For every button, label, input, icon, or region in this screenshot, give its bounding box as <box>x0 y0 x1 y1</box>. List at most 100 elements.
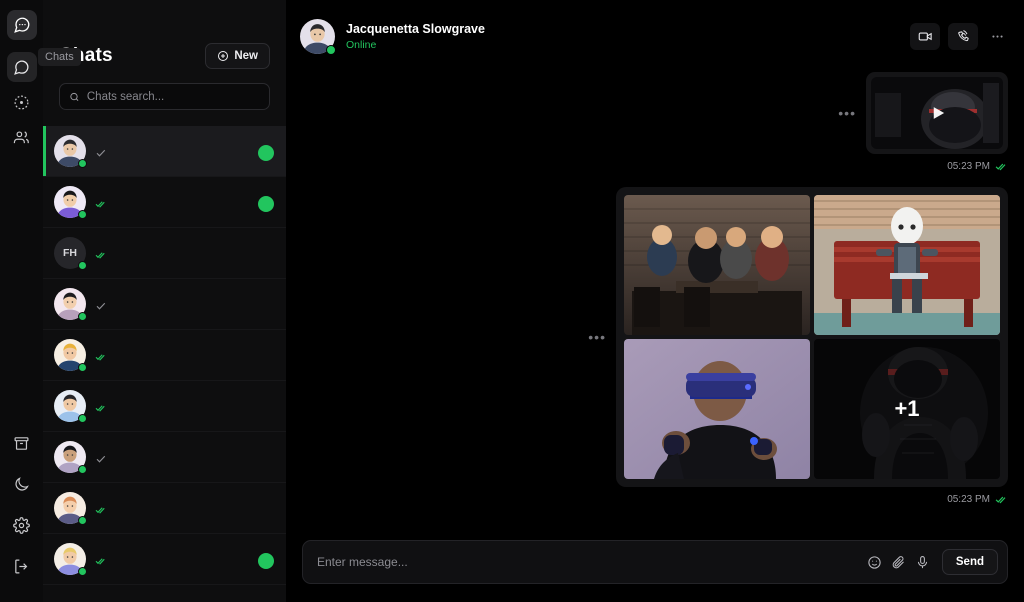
archive-box-icon[interactable] <box>7 428 37 458</box>
sent-receipt-icon <box>95 453 107 465</box>
message-composer[interactable]: Send <box>302 540 1008 584</box>
read-receipt-icon <box>95 249 107 261</box>
sent-receipt-icon <box>95 147 107 159</box>
message-list: ••• 05:23 PM <box>286 72 1024 540</box>
moon-icon[interactable] <box>7 469 37 499</box>
list-item-texts <box>95 246 274 261</box>
conversation-header: Jacquenetta Slowgrave Online <box>286 0 1024 72</box>
list-item-bottom <box>95 504 274 516</box>
microphone-icon <box>915 555 930 570</box>
search-box[interactable] <box>59 83 270 110</box>
more-images-overlay[interactable]: +1 <box>814 339 1000 479</box>
avatar-wrap <box>54 441 86 473</box>
conversation-identity: Jacquenetta Slowgrave Online <box>346 22 899 51</box>
list-item[interactable] <box>43 534 286 585</box>
search-icon <box>69 91 80 103</box>
list-item[interactable] <box>43 483 286 534</box>
list-item-bottom <box>95 402 274 414</box>
avatar-wrap <box>54 339 86 371</box>
attach-button[interactable] <box>891 555 906 570</box>
list-item-texts <box>95 297 274 312</box>
sidebar-item-chats[interactable] <box>7 52 37 82</box>
header-actions <box>910 23 1008 50</box>
sidebar-item-status[interactable] <box>7 87 37 117</box>
online-dot <box>78 363 87 372</box>
unread-badge <box>258 553 274 569</box>
read-receipt-icon <box>95 198 107 210</box>
conversation-panel: Jacquenetta Slowgrave Online <box>286 0 1024 602</box>
left-nav-rail: Chats <box>0 0 43 602</box>
logout-arrow-icon[interactable] <box>7 551 37 581</box>
online-dot <box>78 159 87 168</box>
read-receipt-icon <box>95 402 107 414</box>
list-item-bottom <box>95 351 274 363</box>
list-item-texts <box>95 399 274 414</box>
grid-image[interactable] <box>624 339 810 479</box>
grid-image[interactable] <box>814 195 1000 335</box>
avatar <box>300 19 335 54</box>
list-item-texts <box>95 142 274 161</box>
list-item[interactable] <box>43 330 286 381</box>
search-input[interactable] <box>87 91 260 103</box>
video-call-button[interactable] <box>910 23 940 50</box>
list-item[interactable] <box>43 381 286 432</box>
phone-icon <box>956 29 971 44</box>
sent-receipt-icon <box>95 300 107 312</box>
timestamp: 05:23 PM <box>947 494 990 505</box>
message-meta-grid: 05:23 PM <box>302 493 1008 506</box>
avatar-wrap: FH <box>54 237 86 269</box>
rail-tooltip: Chats <box>38 48 81 66</box>
rail-bottom-group <box>7 428 37 592</box>
list-item-texts <box>95 193 274 212</box>
online-dot <box>78 414 87 423</box>
avatar-wrap <box>54 186 86 218</box>
chat-list-inner: Chats New <box>43 27 286 602</box>
list-item-bottom <box>95 145 274 161</box>
voice-record-button[interactable] <box>915 555 930 570</box>
list-item[interactable] <box>43 432 286 483</box>
grid-image[interactable] <box>624 195 810 335</box>
more-options-button[interactable] <box>986 23 1008 50</box>
composer-container: Send <box>286 540 1024 602</box>
list-item-texts <box>95 450 274 465</box>
send-button[interactable]: Send <box>942 549 998 575</box>
online-dot <box>78 567 87 576</box>
read-receipt-icon <box>95 555 107 567</box>
chat-list[interactable]: FH <box>43 126 286 602</box>
avatar-wrap <box>54 492 86 524</box>
avatar-wrap <box>54 288 86 320</box>
video-thumbnail[interactable] <box>871 77 1003 149</box>
list-item-bottom <box>95 553 274 569</box>
avatar-wrap <box>54 390 86 422</box>
plus-circle-icon <box>217 50 229 62</box>
list-item[interactable]: FH <box>43 228 286 279</box>
message-options-button[interactable]: ••• <box>588 330 606 344</box>
more-horizontal-icon <box>990 29 1005 44</box>
online-dot <box>326 45 336 55</box>
timestamp: 05:23 PM <box>947 161 990 172</box>
read-receipt-icon <box>995 493 1008 506</box>
avatar-wrap <box>54 543 86 575</box>
message-input[interactable] <box>317 555 858 569</box>
list-item[interactable] <box>43 126 286 177</box>
message-video: ••• <box>302 72 1008 154</box>
list-item-texts <box>95 550 274 569</box>
image-grid: +1 <box>624 195 1000 479</box>
video-camera-icon <box>918 29 933 44</box>
app-logo-icon[interactable] <box>7 10 37 40</box>
emoji-button[interactable] <box>867 555 882 570</box>
sidebar-item-contacts[interactable] <box>7 122 37 152</box>
list-item-bottom <box>95 196 274 212</box>
list-item-bottom <box>95 300 274 312</box>
list-item[interactable] <box>43 279 286 330</box>
online-dot <box>78 261 87 270</box>
voice-call-button[interactable] <box>948 23 978 50</box>
new-chat-button[interactable]: New <box>205 43 270 69</box>
grid-image[interactable]: +1 <box>814 339 1000 479</box>
online-dot <box>78 312 87 321</box>
gear-icon[interactable] <box>7 510 37 540</box>
list-item[interactable] <box>43 177 286 228</box>
image-grid-bubble: +1 <box>616 187 1008 487</box>
message-options-button[interactable]: ••• <box>838 106 856 120</box>
paperclip-icon <box>891 555 906 570</box>
